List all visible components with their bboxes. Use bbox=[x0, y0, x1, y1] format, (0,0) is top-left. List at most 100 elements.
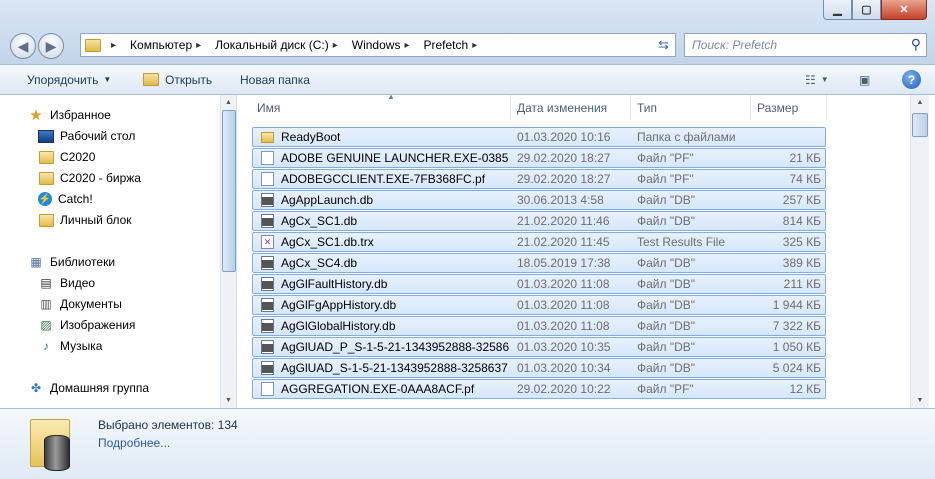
pf-file-icon bbox=[261, 151, 274, 165]
file-row[interactable]: AgGlUAD_P_S-1-5-21-1343952888-32586... 01… bbox=[252, 337, 826, 357]
nav-libraries[interactable]: ▦ Библиотеки bbox=[28, 252, 115, 272]
search-placeholder: Поиск: Prefetch bbox=[692, 38, 778, 52]
organize-button[interactable]: Упорядочить ▼ bbox=[27, 65, 111, 94]
file-row[interactable]: AgGlFaultHistory.db 01.03.2020 11:08 Файл … bbox=[252, 274, 826, 294]
scroll-up-icon[interactable]: ▲ bbox=[222, 96, 235, 109]
column-header-size[interactable]: Размер bbox=[751, 95, 827, 120]
file-name: ADOBE GENUINE LAUNCHER.EXE-038573... bbox=[281, 151, 509, 165]
nav-scrollbar-thumb[interactable] bbox=[222, 110, 236, 272]
desktop-icon bbox=[38, 129, 54, 143]
content-area: ★ Избранное Рабочий стол C2020 C2020 - би… bbox=[0, 95, 935, 408]
scroll-down-icon[interactable]: ▼ bbox=[222, 394, 235, 407]
nav-item-catch[interactable]: ⚡ Catch! bbox=[38, 189, 93, 209]
file-name: AgGlGlobalHistory.db bbox=[281, 319, 396, 333]
breadcrumb-disk-c[interactable]: Локальный диск (C:) ▸ bbox=[211, 34, 348, 56]
breadcrumb-prefetch[interactable]: Prefetch ▸ bbox=[419, 34, 487, 56]
file-date: 01.03.2020 11:08 bbox=[517, 277, 610, 291]
file-row[interactable]: ADOBEGCCLIENT.EXE-7FB368FC.pf 29.02.2020 … bbox=[252, 169, 826, 189]
nav-item-music[interactable]: ♪ Музыка bbox=[38, 336, 102, 356]
refresh-button[interactable]: ⇆ bbox=[652, 33, 676, 57]
search-icon[interactable]: ⚲ bbox=[911, 36, 921, 53]
nav-item-desktop[interactable]: Рабочий стол bbox=[38, 126, 135, 146]
file-row[interactable]: AgCx_SC4.db 18.05.2019 17:38 Файл "DB" 389 … bbox=[252, 253, 826, 273]
minimize-button[interactable]: ▁ bbox=[823, 0, 852, 20]
catch-app-icon: ⚡ bbox=[38, 192, 52, 206]
db-file-icon bbox=[261, 277, 274, 291]
file-date: 30.06.2013 4:58 bbox=[517, 193, 604, 207]
breadcrumb-computer[interactable]: Компьютер ▸ bbox=[126, 34, 211, 56]
details-view-icon: ☷ bbox=[805, 72, 816, 87]
more-details-link[interactable]: Подробнее... bbox=[98, 436, 170, 450]
file-row[interactable]: AgGlFgAppHistory.db 01.03.2020 11:08 Файл … bbox=[252, 295, 826, 315]
column-header-date[interactable]: Дата изменения bbox=[511, 95, 631, 120]
file-type: Test Results File bbox=[637, 235, 726, 249]
column-header-type[interactable]: Тип bbox=[631, 95, 751, 120]
open-folder-icon bbox=[143, 73, 159, 86]
nav-favorites[interactable]: ★ Избранное bbox=[28, 105, 111, 125]
file-row[interactable]: ADOBE GENUINE LAUNCHER.EXE-038573... 29.0… bbox=[252, 148, 826, 168]
file-row[interactable]: AgAppLaunch.db 30.06.2013 4:58 Файл "DB" 25… bbox=[252, 190, 826, 210]
folder-icon bbox=[38, 171, 54, 185]
file-date: 01.03.2020 10:34 bbox=[517, 361, 611, 375]
file-size: 389 КБ bbox=[782, 256, 821, 270]
file-date: 29.02.2020 18:27 bbox=[517, 172, 611, 186]
help-button[interactable]: ? bbox=[902, 70, 921, 89]
file-row[interactable]: ✕ AgCx_SC1.db.trx 21.02.2020 11:45 Test Res… bbox=[252, 232, 826, 252]
open-button[interactable]: Открыть bbox=[143, 65, 212, 94]
file-name-cell: AgAppLaunch.db bbox=[261, 191, 509, 209]
file-date: 29.02.2020 10:22 bbox=[517, 382, 611, 396]
new-folder-button[interactable]: Новая папка bbox=[240, 65, 310, 94]
breadcrumb-windows[interactable]: Windows ▸ bbox=[348, 34, 420, 56]
file-name-cell: AgGlGlobalHistory.db bbox=[261, 317, 509, 335]
file-row[interactable]: AGGREGATION.EXE-0AAA8ACF.pf 29.02.2020 10… bbox=[252, 379, 826, 399]
nav-item-pictures[interactable]: ▨ Изображения bbox=[38, 315, 135, 335]
nav-scrollbar[interactable]: ▲ ▼ bbox=[220, 95, 236, 408]
column-headers: ▲ Имя Дата изменения Тип Размер bbox=[251, 95, 910, 120]
nav-item-c2020[interactable]: C2020 bbox=[38, 147, 95, 167]
file-list-scrollbar[interactable]: ▲ ▼ bbox=[910, 95, 929, 408]
file-type: Файл "DB" bbox=[637, 319, 696, 333]
scroll-up-icon[interactable]: ▲ bbox=[912, 96, 928, 109]
file-type: Файл "DB" bbox=[637, 214, 696, 228]
preview-pane-button[interactable]: ▣ bbox=[859, 65, 870, 94]
file-row[interactable]: AgGlGlobalHistory.db 01.03.2020 11:08 Файл… bbox=[252, 316, 826, 336]
address-folder-icon: ▸ bbox=[81, 34, 126, 56]
scroll-down-icon[interactable]: ▼ bbox=[912, 394, 928, 407]
documents-icon: ▥ bbox=[40, 297, 52, 311]
back-button[interactable]: ◀ bbox=[10, 33, 36, 59]
file-type: Файл "DB" bbox=[637, 361, 696, 375]
file-row[interactable]: AgCx_SC1.db 21.02.2020 11:46 Файл "DB" 814 … bbox=[252, 211, 826, 231]
file-name: AGGREGATION.EXE-0AAA8ACF.pf bbox=[281, 382, 475, 396]
nav-item-video[interactable]: ▤ Видео bbox=[38, 273, 95, 293]
db-file-icon bbox=[261, 193, 274, 207]
chevron-down-icon: ▼ bbox=[820, 75, 829, 84]
file-type: Файл "DB" bbox=[637, 193, 696, 207]
view-options-button[interactable]: ☷ ▼ bbox=[805, 65, 829, 94]
file-size: 21 КБ bbox=[789, 151, 821, 165]
music-icon: ♪ bbox=[43, 339, 49, 353]
file-date: 01.03.2020 10:16 bbox=[517, 130, 611, 144]
file-type: Файл "PF" bbox=[637, 151, 694, 165]
pictures-icon: ▨ bbox=[40, 318, 52, 332]
file-name-cell: ReadyBoot bbox=[261, 128, 509, 146]
close-button[interactable]: ✕ bbox=[881, 0, 927, 20]
nav-item-c2020-birzha[interactable]: C2020 - биржа bbox=[38, 168, 141, 188]
maximize-button[interactable]: ▢ bbox=[852, 0, 881, 20]
column-header-name[interactable]: Имя bbox=[251, 95, 511, 120]
file-name: AgCx_SC1.db.trx bbox=[281, 235, 374, 249]
nav-item-personal[interactable]: Личный блок bbox=[38, 210, 132, 230]
file-row[interactable]: ReadyBoot 01.03.2020 10:16 Папка с файлами bbox=[252, 127, 826, 147]
forward-button[interactable]: ▶ bbox=[38, 33, 64, 59]
nav-item-documents[interactable]: ▥ Документы bbox=[38, 294, 122, 314]
explorer-window: ▁ ▢ ✕ ◀ ▶ ▸ Компьютер ▸ Локальный диск (C… bbox=[0, 0, 935, 479]
nav-homegroup[interactable]: ✤ Домашняя группа bbox=[28, 378, 149, 398]
selection-count: Выбрано элементов: 134 bbox=[98, 418, 238, 432]
file-size: 74 КБ bbox=[789, 172, 821, 186]
trx-file-icon: ✕ bbox=[261, 235, 274, 249]
search-input[interactable]: Поиск: Prefetch ⚲ bbox=[684, 33, 927, 57]
address-bar[interactable]: ▸ Компьютер ▸ Локальный диск (C:) ▸ Window… bbox=[80, 33, 676, 57]
file-row[interactable]: AgGlUAD_S-1-5-21-1343952888-3258637... 01… bbox=[252, 358, 826, 378]
file-name-cell: ADOBEGCCLIENT.EXE-7FB368FC.pf bbox=[261, 170, 509, 188]
file-list-scrollbar-thumb[interactable] bbox=[912, 113, 928, 137]
address-row: ◀ ▶ ▸ Компьютер ▸ Локальный диск (C:) ▸ Wi… bbox=[8, 30, 927, 60]
